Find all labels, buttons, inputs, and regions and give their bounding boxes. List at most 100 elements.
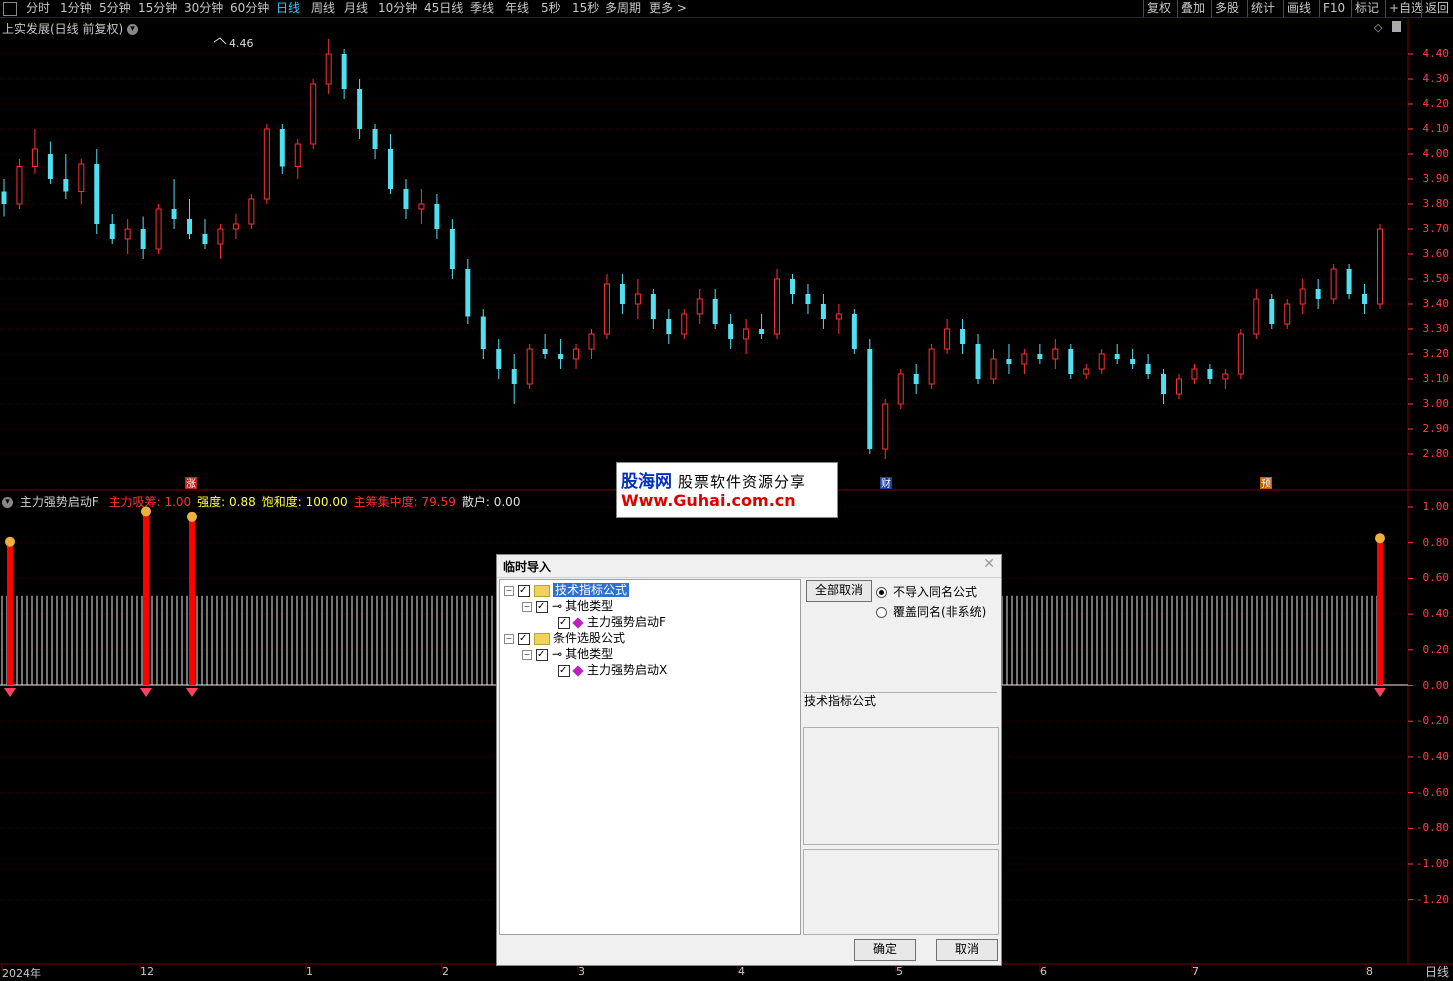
price-tick: 4.30 xyxy=(1422,72,1450,85)
price-tick: 3.10 xyxy=(1422,372,1450,385)
checkbox[interactable] xyxy=(518,583,530,599)
event-tag-text: 财 xyxy=(881,477,891,490)
candle-body xyxy=(31,148,38,167)
candle-body xyxy=(1145,364,1151,374)
watermark-url: Www.Guhai.com.cn xyxy=(621,491,796,510)
collapse-icon[interactable]: − xyxy=(504,633,514,644)
price-tick: 4.40 xyxy=(1422,47,1450,60)
checkbox[interactable] xyxy=(558,663,570,679)
candle-body xyxy=(434,204,440,229)
info-pane-1 xyxy=(803,727,999,845)
close-icon[interactable]: ✕ xyxy=(983,556,995,572)
candle-body xyxy=(882,403,889,450)
candle-body xyxy=(774,278,781,335)
date-label: 8 xyxy=(1366,965,1373,978)
indicator-field-1: 强度: 0.88 xyxy=(197,495,256,509)
candle-body xyxy=(1068,349,1074,374)
candle-body xyxy=(1207,369,1213,379)
candle-body xyxy=(1362,294,1368,304)
tree-node-other-type[interactable]: −⊸其他类型 xyxy=(522,598,613,615)
tree-node-formula-x[interactable]: 主力强势启动X xyxy=(558,662,667,679)
candle-body xyxy=(496,349,502,369)
indicator-field-3: 主筹集中度: 79.59 xyxy=(353,495,456,509)
indicator-tick: 0.20 xyxy=(1422,642,1450,656)
candle-body xyxy=(820,304,826,319)
dialog-title: 临时导入 xyxy=(503,560,552,574)
checkbox[interactable] xyxy=(536,599,548,615)
candle-body xyxy=(650,294,656,319)
hand-icon xyxy=(187,511,197,522)
cancel-button[interactable]: 取消 xyxy=(936,939,998,961)
tree-node-other-type-2[interactable]: −⊸其他类型 xyxy=(522,646,613,663)
candle-body xyxy=(573,348,580,360)
watermark-logo: 股海网 股票软件资源分享 Www.Guhai.com.cn xyxy=(616,462,838,518)
gem-icon xyxy=(4,688,16,697)
event-tag-text: 涨 xyxy=(186,478,196,490)
candle-body xyxy=(1006,359,1012,364)
indicator-tick: 0.40 xyxy=(1422,607,1450,621)
price-tick: 3.00 xyxy=(1422,397,1450,410)
candle-body xyxy=(124,228,131,240)
period-label[interactable]: 日线 xyxy=(1425,963,1449,980)
dialog-titlebar[interactable]: 临时导入 ✕ xyxy=(497,555,1001,578)
candle-body xyxy=(835,313,842,320)
collapse-icon[interactable]: − xyxy=(522,601,532,612)
price-tick: 4.10 xyxy=(1422,122,1450,135)
ok-button[interactable]: 确定 xyxy=(854,939,916,961)
candle-body xyxy=(202,234,208,244)
signal-bar xyxy=(7,545,13,685)
candle-body xyxy=(1083,368,1090,375)
high-marker-arrow xyxy=(213,37,227,45)
candle-body xyxy=(743,328,750,340)
price-tick: 3.80 xyxy=(1422,197,1450,210)
candle-body xyxy=(1222,373,1229,380)
candle-body xyxy=(388,149,394,189)
candle-body xyxy=(155,208,162,250)
candle-body xyxy=(1269,299,1275,324)
tree-node-select-formula[interactable]: −条件选股公式 xyxy=(504,630,625,647)
candle-body xyxy=(1253,298,1260,335)
candle-body xyxy=(357,89,363,129)
hand-icon xyxy=(1375,533,1385,544)
tree-node-formula-f[interactable]: 主力强势启动F xyxy=(558,614,666,631)
candle-body xyxy=(759,329,765,334)
gem-icon xyxy=(1374,688,1386,697)
checkbox[interactable] xyxy=(558,615,570,631)
candle-body xyxy=(16,166,23,205)
cancel-all-button[interactable]: 全部取消 xyxy=(806,580,872,602)
candle-body xyxy=(712,299,718,324)
price-tick: 3.60 xyxy=(1422,247,1450,260)
candle-body xyxy=(603,283,610,335)
collapse-icon[interactable]: − xyxy=(504,585,514,596)
candle-body xyxy=(480,316,486,349)
candle-body xyxy=(619,284,625,304)
tree-node-tech-formula[interactable]: −技术指标公式 xyxy=(504,582,630,599)
candle-body xyxy=(1176,378,1183,395)
price-tick: 3.30 xyxy=(1422,322,1450,335)
indicator-tick: -0.60 xyxy=(1415,785,1449,799)
checkbox[interactable] xyxy=(518,631,530,647)
indicator-header: ▾ 主力强势启动F 主力吸筹: 1.00 强度: 0.88 饱和度: 100.00 主… xyxy=(2,493,532,510)
formula-tree[interactable]: −技术指标公式 −⊸其他类型 主力强势启动F −条件选股公式 −⊸其他类型 主力… xyxy=(499,579,801,935)
watermark-slogan: 股票软件资源分享 xyxy=(678,473,807,491)
radio-no-import[interactable]: 不导入同名公式 xyxy=(876,583,977,600)
candle-body xyxy=(1299,288,1306,305)
collapse-icon[interactable]: − xyxy=(522,649,532,660)
candle-body xyxy=(666,319,672,334)
formula-icon xyxy=(572,664,584,677)
indicator-toggle-icon[interactable]: ▾ xyxy=(2,497,13,508)
candle-body xyxy=(263,128,270,200)
event-tag-text: 预 xyxy=(1261,478,1271,490)
candle-body xyxy=(217,228,224,245)
indicator-tick: -0.80 xyxy=(1415,821,1449,835)
checkbox[interactable] xyxy=(536,647,548,663)
date-label: 3 xyxy=(578,965,585,978)
radio-overwrite[interactable]: 覆盖同名(非系统) xyxy=(876,603,986,620)
indicator-tick: -0.40 xyxy=(1415,749,1449,763)
candle-body xyxy=(805,294,811,304)
candle-body xyxy=(372,129,378,149)
candle-body xyxy=(1377,228,1383,305)
date-label: 2 xyxy=(442,965,449,978)
gem-icon xyxy=(140,688,152,697)
info-label: 技术指标公式 xyxy=(804,694,877,708)
